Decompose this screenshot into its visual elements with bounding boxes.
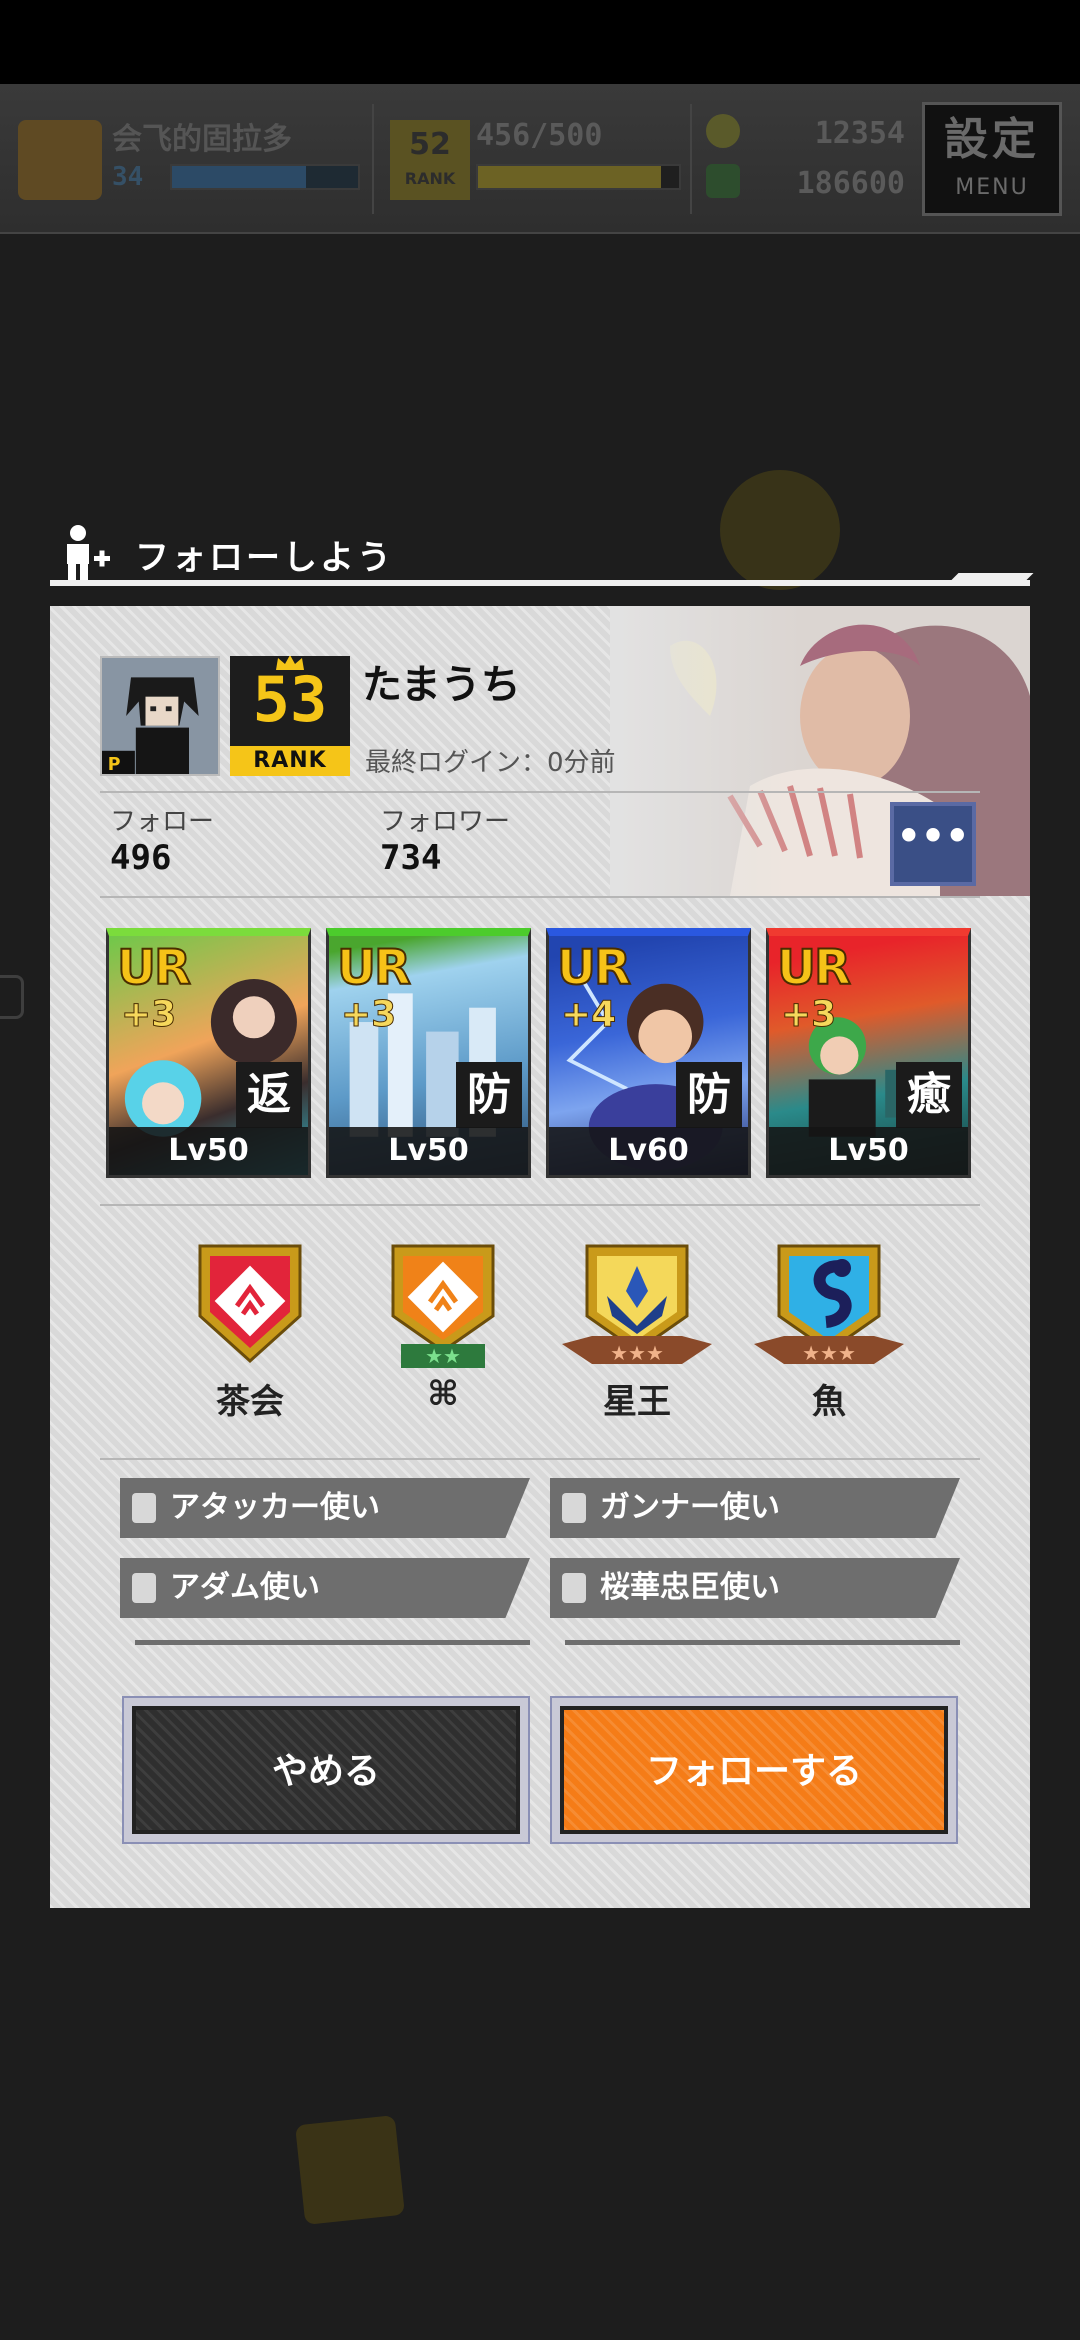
follower-count: 734	[380, 838, 442, 878]
follow-button[interactable]: フォローする	[560, 1706, 948, 1834]
title-tag-icon	[562, 1493, 586, 1523]
cancel-button-frame: やめる	[122, 1696, 530, 1844]
guild-emblem[interactable]: 茶会	[165, 1236, 335, 1422]
follow-count-label: フォロー	[110, 807, 215, 837]
title-list-edge	[565, 1640, 960, 1645]
title-tag-icon	[562, 1573, 586, 1603]
card-rarity: UR	[336, 939, 412, 997]
cash-icon	[706, 164, 740, 198]
title-tag-icon	[132, 1573, 156, 1603]
card-plus: +3	[340, 994, 397, 1036]
hud-divider	[690, 104, 692, 214]
character-card[interactable]: UR +4 防 Lv60	[546, 928, 751, 1178]
player-title: アタッカー使い	[120, 1478, 530, 1538]
follower-count-label: フォロワー	[380, 807, 511, 837]
title-tag-icon	[132, 1493, 156, 1523]
character-card[interactable]: UR +3 返 Lv50	[106, 928, 311, 1178]
dialog-title: フォローしよう	[135, 538, 394, 578]
emblem-name: 星王	[603, 1382, 671, 1422]
card-rarity: UR	[776, 939, 852, 997]
divider	[100, 791, 980, 793]
emblem-stars: ★★★	[610, 1341, 664, 1365]
last-login: 最終ログイン：0分前	[365, 748, 616, 778]
background-decoration	[295, 2115, 405, 2225]
more-options-button[interactable]: •••	[890, 802, 976, 886]
card-level: Lv50	[329, 1127, 528, 1175]
cancel-button[interactable]: やめる	[132, 1706, 520, 1834]
player-rank-label: RANK	[230, 746, 350, 776]
character-card[interactable]: UR +3 癒 Lv50	[766, 928, 971, 1178]
hud-coins: 12354	[814, 116, 905, 151]
card-role: 防	[676, 1062, 742, 1128]
player-title-text: アタッカー使い	[170, 1490, 380, 1525]
background-decoration	[0, 975, 24, 1019]
follow-button-frame: フォローする	[550, 1696, 958, 1844]
dialog-header: フォローしよう	[50, 520, 1030, 586]
card-rarity: UR	[116, 939, 192, 997]
red-emblem-icon	[198, 1244, 302, 1364]
divider	[100, 1458, 980, 1460]
emblem-stars: ★★★	[802, 1341, 856, 1365]
character-card[interactable]: UR +3 防 Lv50	[326, 928, 531, 1178]
hud-exp-bar	[170, 164, 360, 190]
card-plus: +3	[780, 994, 837, 1036]
coin-icon	[706, 114, 740, 148]
hud-cash: 186600	[796, 166, 905, 201]
player-title-text: ガンナー使い	[600, 1490, 780, 1525]
divider	[100, 1204, 980, 1206]
hud-rank-badge: 52 RANK	[390, 120, 470, 200]
player-rank-number: 53	[252, 663, 328, 736]
player-title: アダム使い	[120, 1558, 530, 1618]
card-level: Lv50	[769, 1127, 968, 1175]
player-title: ガンナー使い	[550, 1478, 960, 1538]
guild-emblem[interactable]: ★★★ 魚	[744, 1236, 914, 1422]
title-list-edge	[135, 1640, 530, 1645]
card-plus: +3	[120, 994, 177, 1036]
blue-crystal-emblem-icon: ★★★	[562, 1244, 712, 1365]
follow-count: 496	[110, 838, 172, 878]
player-rank-badge: 53 RANK	[230, 656, 350, 776]
divider	[100, 896, 980, 898]
card-role: 防	[456, 1062, 522, 1128]
player-title-text: 桜華忠臣使い	[600, 1570, 780, 1605]
emblem-stars: ★★	[425, 1344, 461, 1368]
hud-player-name: 会飞的固拉多	[112, 122, 292, 157]
svg-text:P: P	[108, 755, 121, 775]
dialog-title-underline	[951, 573, 1034, 580]
hud-level: 34	[112, 162, 144, 192]
orange-emblem-icon: ★★	[391, 1244, 495, 1368]
hud-rank-number: 52	[409, 127, 451, 162]
player-title: 桜華忠臣使い	[550, 1558, 960, 1618]
menu-button[interactable]: 設定 MENU	[922, 102, 1062, 216]
card-level: Lv50	[109, 1127, 308, 1175]
serpent-emblem-icon: ★★★	[754, 1244, 904, 1365]
emblem-name: ⌘	[427, 1374, 459, 1414]
card-level: Lv60	[549, 1127, 748, 1175]
hud-divider	[372, 104, 374, 214]
hud-stamina: 456/500	[476, 118, 603, 153]
card-role: 返	[236, 1062, 302, 1128]
emblem-name: 茶会	[216, 1382, 284, 1422]
hud-stamina-bar	[476, 164, 681, 190]
player-title-text: アダム使い	[170, 1570, 320, 1605]
player-avatar[interactable]: P	[100, 656, 220, 776]
status-bar	[0, 0, 1080, 84]
emblem-name: 魚	[812, 1382, 846, 1422]
menu-button-kanji: 設定	[944, 114, 1040, 165]
top-hud: 会飞的固拉多 34 52 RANK 456/500 12354 186600 設…	[0, 84, 1080, 234]
player-name: たまうち	[362, 662, 521, 708]
card-rarity: UR	[556, 939, 632, 997]
hud-rank-label: RANK	[404, 169, 456, 188]
hud-avatar	[18, 120, 102, 200]
follow-user-icon	[67, 525, 110, 580]
guild-emblem[interactable]: ★★★ 星王	[552, 1236, 722, 1422]
card-role: 癒	[896, 1062, 962, 1128]
card-plus: +4	[560, 994, 617, 1036]
guild-emblem[interactable]: ★★ ⌘	[358, 1236, 528, 1416]
menu-button-label: MENU	[955, 175, 1029, 200]
dialog-title-underline	[50, 580, 1030, 586]
follow-dialog: P 53 RANK たまうち 最終ログイン：0分前 フォロー 496 フォロワー…	[50, 606, 1030, 1908]
